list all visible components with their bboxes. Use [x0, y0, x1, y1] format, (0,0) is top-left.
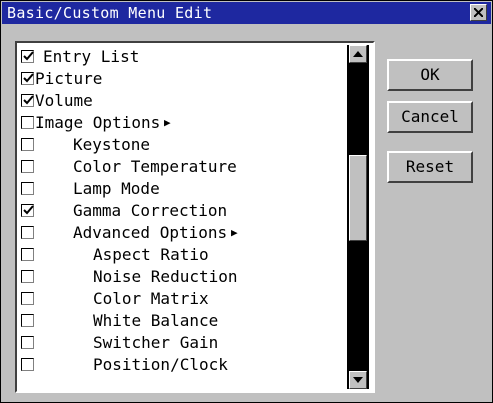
ok-button[interactable]: OK — [387, 59, 473, 91]
list-item[interactable]: Volume — [21, 90, 347, 112]
item-checkbox[interactable] — [21, 116, 34, 129]
cancel-button[interactable]: Cancel — [387, 101, 473, 133]
item-label: Entry List — [43, 47, 140, 66]
list-item[interactable]: White Balance — [21, 310, 347, 332]
list-item[interactable]: Color Temperature — [21, 156, 347, 178]
item-checkbox[interactable] — [21, 270, 34, 283]
item-checkbox[interactable] — [21, 94, 34, 107]
item-label: Aspect Ratio — [93, 245, 209, 264]
list-item[interactable]: Keystone — [21, 134, 347, 156]
list-item[interactable]: Entry List — [21, 46, 347, 68]
item-checkbox[interactable] — [21, 138, 34, 151]
item-checkbox[interactable] — [21, 248, 34, 261]
list-item[interactable]: Aspect Ratio — [21, 244, 347, 266]
item-label: Volume — [35, 91, 93, 110]
item-label: Color Matrix — [93, 289, 209, 308]
scroll-thumb[interactable] — [349, 155, 367, 241]
checkmark-icon — [23, 51, 34, 61]
item-checkbox[interactable] — [21, 292, 34, 305]
item-label: White Balance — [93, 311, 219, 330]
list-item[interactable]: Picture — [21, 68, 347, 90]
item-label: Gamma Correction — [73, 201, 228, 220]
item-label: Picture — [35, 69, 103, 88]
submenu-arrow-icon: ▶ — [231, 226, 238, 239]
scroll-up-button[interactable] — [349, 45, 367, 63]
list-viewport: Entry List Picture Volume Image Options ▶ Key… — [21, 45, 347, 389]
list-item[interactable]: Noise Reduction — [21, 266, 347, 288]
arrow-down-icon — [353, 377, 363, 383]
item-checkbox[interactable] — [21, 182, 34, 195]
item-checkbox[interactable] — [21, 72, 34, 85]
scroll-down-button[interactable] — [349, 371, 367, 389]
checkmark-icon — [23, 205, 34, 215]
list-item[interactable]: Position/Clock — [21, 354, 347, 376]
list-item[interactable]: Gamma Correction — [21, 200, 347, 222]
item-checkbox[interactable] — [21, 204, 34, 217]
close-button[interactable] — [470, 4, 487, 21]
item-checkbox[interactable] — [21, 314, 34, 327]
item-checkbox[interactable] — [21, 226, 34, 239]
item-label: Position/Clock — [93, 355, 228, 374]
dialog-title: Basic/Custom Menu Edit — [7, 4, 213, 22]
list-item[interactable]: Switcher Gain — [21, 332, 347, 354]
item-label: Switcher Gain — [93, 333, 219, 352]
checkmark-icon — [23, 95, 34, 105]
item-checkbox[interactable] — [21, 358, 34, 371]
item-checkbox[interactable] — [21, 336, 34, 349]
submenu-arrow-icon: ▶ — [164, 116, 171, 129]
item-label: Keystone — [73, 135, 151, 154]
close-icon — [474, 8, 483, 17]
item-label: Noise Reduction — [93, 267, 238, 286]
list-item[interactable]: Image Options ▶ — [21, 112, 347, 134]
item-label: Lamp Mode — [73, 179, 160, 198]
list-item[interactable]: Lamp Mode — [21, 178, 347, 200]
checkmark-icon — [23, 73, 34, 83]
menu-edit-dialog: Basic/Custom Menu Edit Entry List Picture… — [0, 0, 493, 403]
title-bar[interactable]: Basic/Custom Menu Edit — [2, 2, 491, 24]
arrow-up-icon — [353, 51, 363, 57]
menu-item-list: Entry List Picture Volume Image Options ▶ Key… — [15, 41, 375, 393]
list-item[interactable]: Advanced Options ▶ — [21, 222, 347, 244]
item-checkbox[interactable] — [21, 160, 34, 173]
vertical-scrollbar[interactable] — [347, 45, 369, 389]
item-checkbox[interactable] — [21, 50, 34, 63]
list-item[interactable]: Color Matrix — [21, 288, 347, 310]
item-label: Advanced Options — [73, 223, 228, 242]
item-label: Image Options — [35, 113, 161, 132]
item-label: Color Temperature — [73, 157, 237, 176]
reset-button[interactable]: Reset — [387, 151, 473, 183]
